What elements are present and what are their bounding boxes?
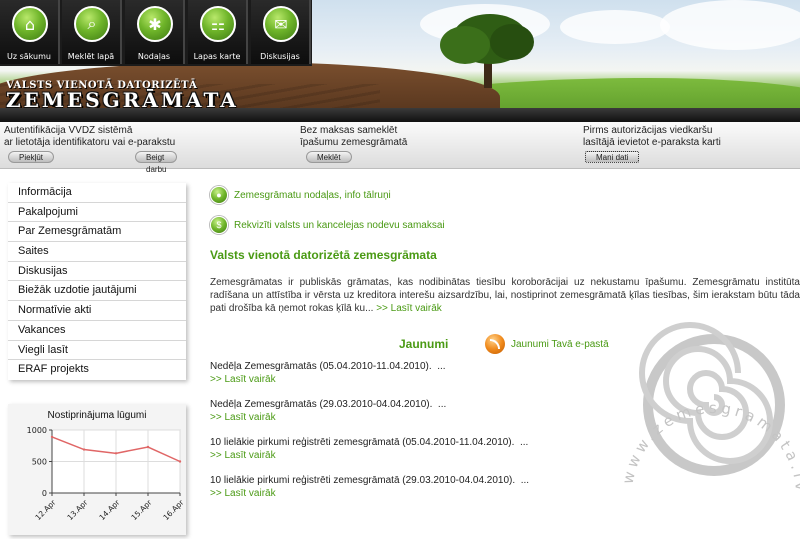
- fees-link[interactable]: $ Rekvizīti valsts un kancelejas nodevu …: [210, 216, 445, 234]
- chat-icon: ✉: [263, 6, 299, 42]
- search-icon: ⌕: [74, 6, 110, 42]
- sidebar-item-eraf-project[interactable]: ERAF projekts: [8, 360, 186, 380]
- home-icon: ⌂: [12, 6, 48, 42]
- nav-label: Diskusijas: [260, 52, 300, 61]
- news-title[interactable]: 10 lielākie pirkumi reģistrēti zemesgrām…: [210, 475, 515, 486]
- sidebar-item-services[interactable]: Pakalpojumi: [8, 203, 186, 223]
- data-point: [178, 460, 182, 463]
- nav-search-button[interactable]: ⌕ Meklēt lapā: [62, 0, 122, 64]
- sidebar-item-links[interactable]: Saites: [8, 242, 186, 262]
- nav-label: Nodaļas: [137, 52, 171, 61]
- news-read-more-link[interactable]: >> Lasīt vairāk: [210, 487, 529, 500]
- y-tick-label: 500: [32, 458, 47, 467]
- x-tick-label: 16.Apr: [161, 497, 186, 522]
- fees-link-text: Rekvizīti valsts un kancelejas nodevu sa…: [234, 219, 445, 231]
- y-tick-label: 1000: [27, 426, 47, 435]
- x-tick-label: 14.Apr: [97, 497, 122, 522]
- nav-label: Meklēt lapā: [67, 52, 115, 61]
- news-title[interactable]: Nedēļa Zemesgrāmatās (05.04.2010-11.04.2…: [210, 361, 432, 372]
- tree-crown: [440, 26, 490, 64]
- news-item: 10 lielākie pirkumi reģistrēti zemesgrām…: [210, 474, 529, 500]
- y-tick-label: 0: [42, 489, 47, 498]
- sitemap-icon: ⚏: [200, 6, 236, 42]
- login-button[interactable]: Piekļūt: [8, 151, 55, 163]
- data-point: [146, 445, 150, 449]
- news-read-more-link[interactable]: >> Lasīt vairāk: [210, 449, 528, 462]
- sidebar-item-about-land-books[interactable]: Par Zemesgrāmatām: [8, 222, 186, 243]
- sidebar-item-information[interactable]: Informācija: [8, 183, 186, 203]
- cloud-shape: [660, 0, 800, 50]
- news-item: Nedēļa Zemesgrāmatās (05.04.2010-11.04.2…: [210, 360, 446, 386]
- auth-text-line1: Autentifikācija VVDZ sistēmā: [4, 125, 133, 136]
- auth-text-line2: ar lietotāja identifikatoru vai e-paraks…: [4, 137, 176, 148]
- nav-label: Lapas karte: [193, 52, 241, 61]
- header-banner: ⌂ Uz sākumu ⌕ Meklēt lapā ✱ Nodaļas ⚏ La…: [0, 0, 800, 122]
- branches-link[interactable]: ● Zemesgrāmatu nodaļas, info tālruņi: [210, 186, 391, 204]
- news-heading: Jaunumi: [399, 337, 449, 351]
- logout-button[interactable]: Beigt darbu: [135, 151, 178, 174]
- page-title: Valsts vienotā datorizētā zemesgrāmata: [210, 248, 437, 262]
- search-text-line1: Bez maksas sameklēt: [300, 125, 398, 136]
- intro-read-more-link[interactable]: >> Lasīt vairāk: [376, 303, 442, 314]
- line-chart: 0 500 1000 12.Apr 13.Apr 14.Apr 15.Apr 16.Apr: [27, 426, 186, 522]
- branches-link-text: Zemesgrāmatu nodaļas, info tālruņi: [234, 189, 391, 201]
- sections-icon: ✱: [137, 6, 173, 42]
- news-ellipsis: ...: [520, 475, 530, 486]
- sidebar-item-easy-read[interactable]: Viegli lasīt: [8, 341, 186, 361]
- sidebar-item-legislation[interactable]: Normatīvie akti: [8, 301, 186, 321]
- nav-sitemap-button[interactable]: ⚏ Lapas karte: [188, 0, 248, 64]
- nav-home-button[interactable]: ⌂ Uz sākumu: [0, 0, 60, 64]
- news-ellipsis: ...: [437, 361, 446, 372]
- property-search-button[interactable]: Meklēt: [306, 151, 352, 163]
- nav-label: Uz sākumu: [7, 52, 51, 61]
- data-point: [82, 448, 86, 451]
- globe-icon: ●: [210, 186, 228, 204]
- cloud-shape: [560, 10, 670, 44]
- search-block: Bez maksas sameklēt īpašumu zemesgrāmatā…: [300, 125, 407, 164]
- data-point: [50, 435, 54, 439]
- news-read-more-link[interactable]: >> Lasīt vairāk: [210, 411, 446, 424]
- search-text-line2: īpašumu zemesgrāmatā: [300, 137, 408, 148]
- news-ellipsis: ...: [437, 399, 447, 410]
- banner-bottom-bar: [0, 108, 800, 122]
- card-text-line1: Pirms autorizācijas viedkaršu: [583, 125, 713, 136]
- news-ellipsis: ...: [519, 437, 529, 448]
- sidebar-item-faq[interactable]: Biežāk uzdotie jautājumi: [8, 281, 186, 302]
- money-icon: $: [210, 216, 228, 234]
- news-title[interactable]: Nedēļa Zemesgrāmatās (29.03.2010-04.04.2…: [210, 399, 432, 410]
- my-data-button[interactable]: Mani dati: [585, 151, 640, 163]
- nav-sections-button[interactable]: ✱ Nodaļas: [125, 0, 185, 64]
- nav-discussions-button[interactable]: ✉ Diskusijas: [251, 0, 311, 64]
- news-item: Nedēļa Zemesgrāmatās (29.03.2010-04.04.2…: [210, 398, 446, 424]
- card-text-line2: lasītājā ievietot e-paraksta karti: [583, 137, 721, 148]
- data-point: [114, 452, 118, 455]
- tree-crown: [490, 24, 534, 60]
- news-item: 10 lielākie pirkumi reģistrēti zemesgrām…: [210, 436, 528, 462]
- sidebar-item-discussions[interactable]: Diskusijas: [8, 262, 186, 282]
- sidebar-item-vacancies[interactable]: Vakances: [8, 321, 186, 341]
- x-tick-label: 15.Apr: [129, 497, 154, 522]
- sidebar-menu: Informācija Pakalpojumi Par Zemesgrāmatā…: [8, 183, 186, 380]
- auth-block: Autentifikācija VVDZ sistēmā ar lietotāj…: [4, 125, 178, 174]
- news-title[interactable]: 10 lielākie pirkumi reģistrēti zemesgrām…: [210, 437, 514, 448]
- news-email-text: Jaunumi Tavā e-pastā: [511, 338, 609, 350]
- x-tick-label: 12.Apr: [33, 497, 58, 522]
- rss-icon: [485, 334, 505, 354]
- news-email-link[interactable]: Jaunumi Tavā e-pastā: [485, 334, 609, 354]
- info-bar: Autentifikācija VVDZ sistēmā ar lietotāj…: [0, 122, 800, 174]
- chart-panel: Nostiprinājuma lūgumi 0 500 1000 12.Apr 13.A…: [8, 404, 186, 535]
- card-block: Pirms autorizācijas viedkaršu lasītājā i…: [583, 125, 721, 164]
- watermark-logo: www.zemesgramata.lv: [614, 305, 800, 539]
- x-tick-label: 13.Apr: [65, 497, 90, 522]
- news-read-more-link[interactable]: >> Lasīt vairāk: [210, 373, 446, 386]
